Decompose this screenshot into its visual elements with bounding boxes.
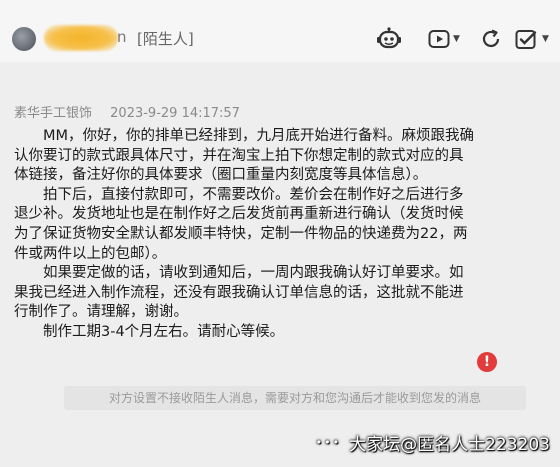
refresh-icon xyxy=(480,28,502,50)
checklist-icon xyxy=(515,28,539,50)
chevron-down-icon: ▼ xyxy=(542,34,549,44)
refresh-button[interactable] xyxy=(480,26,502,52)
watermark: ••• 大家坛@匿名人士223203 xyxy=(316,430,550,455)
message-timestamp: 2023-9-29 14:17:57 xyxy=(110,106,240,121)
robot-button[interactable] xyxy=(376,26,402,52)
message-bubble[interactable]: MM，你好，你的排单已经排到，九月底开始进行备料。麻烦跟我确认你要订的款式跟具体… xyxy=(14,127,476,343)
message-meta: 素华手工银饰 2023-9-29 14:17:57 xyxy=(14,102,254,121)
send-failed-icon[interactable]: ! xyxy=(477,352,497,372)
message-paragraph: 拍下后，直接付款即可，不需要改价。差价会在制作好之后进行多退少补。发货地址也是在… xyxy=(14,186,468,262)
sender-name: 素华手工银饰 xyxy=(14,106,93,121)
watermark-dots: ••• xyxy=(315,436,342,449)
chevron-down-icon: ▼ xyxy=(453,34,460,44)
redacted-name xyxy=(44,25,118,51)
message-paragraph: 如果要定做的话，请收到通知后，一周内跟我确认好订单要求。如果我已经进入制作流程，… xyxy=(14,265,464,321)
robot-icon xyxy=(376,27,402,51)
task-button[interactable]: ▼ xyxy=(515,26,549,52)
chat-header: n [陌生人] ▼ ▼ xyxy=(0,0,560,62)
message-paragraph: 制作工期3-4个月左右。请耐心等候。 xyxy=(43,323,285,340)
contact-name-tail: n xyxy=(117,28,127,46)
video-call-button[interactable]: ▼ xyxy=(428,26,460,52)
message-paragraph: MM，你好，你的排单已经排到，九月底开始进行备料。麻烦跟我确认你要订的款式跟具体… xyxy=(14,128,475,184)
stranger-tag: [陌生人] xyxy=(137,30,194,48)
video-call-icon xyxy=(428,28,450,50)
avatar[interactable] xyxy=(12,27,36,51)
watermark-text: 大家坛@匿名人士223203 xyxy=(349,435,550,455)
system-notice: 对方设置不接收陌生人消息，需要对方和您沟通后才能收到您发的消息 xyxy=(64,386,526,410)
